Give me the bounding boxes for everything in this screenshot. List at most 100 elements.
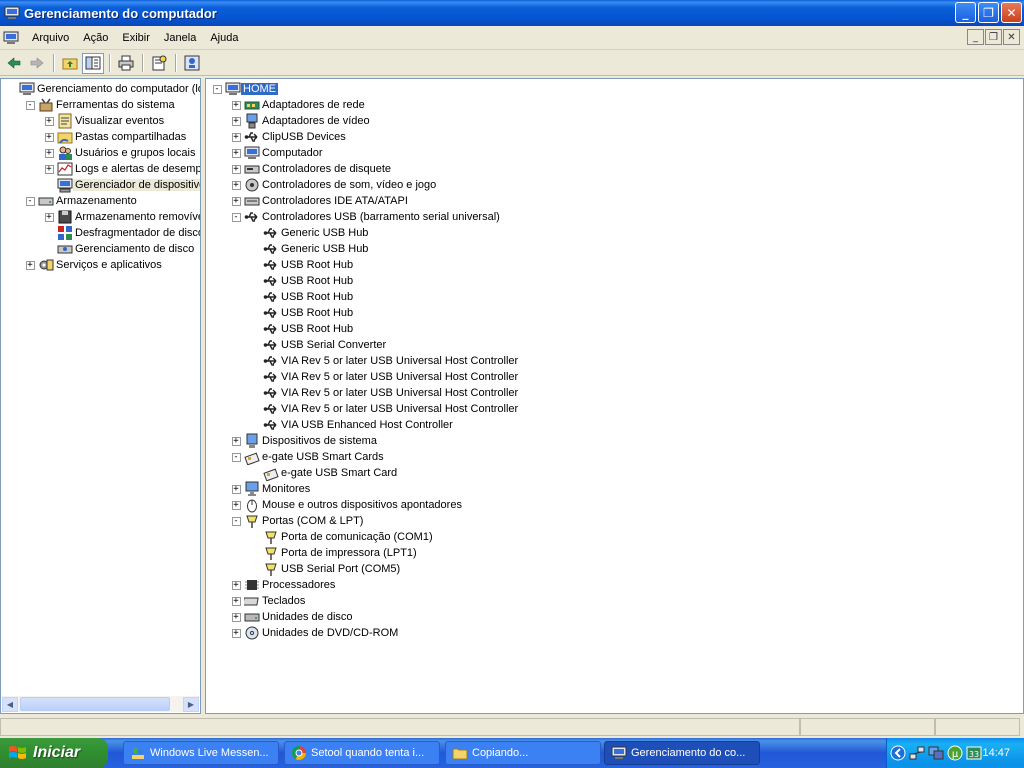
expand-button[interactable]: + [231, 596, 241, 606]
device-tree-item[interactable]: - Portas (COM & LPT) [228, 513, 365, 529]
device-tree-item[interactable]: VIA Rev 5 or later USB Universal Host Co… [247, 353, 520, 369]
taskbar-button[interactable]: Windows Live Messen... [123, 741, 279, 765]
child-minimize-button[interactable]: _ [967, 29, 984, 45]
antivirus-icon[interactable]: 33 [966, 745, 982, 761]
expand-button[interactable]: + [231, 116, 241, 126]
device-tree-item[interactable]: VIA Rev 5 or later USB Universal Host Co… [247, 369, 520, 385]
collapse-button[interactable]: - [25, 196, 35, 206]
maximize-button[interactable]: ❐ [978, 2, 999, 23]
device-tree-item[interactable]: + Dispositivos de sistema [228, 433, 379, 449]
console-tree-item[interactable]: + Logs e alertas de desempenh [41, 161, 200, 177]
utorrent-icon[interactable]: µ [947, 745, 963, 761]
device-tree-item[interactable]: VIA USB Enhanced Host Controller [247, 417, 455, 433]
taskbar-button[interactable]: Setool quando tenta i... [284, 741, 440, 765]
collapse-button[interactable]: - [212, 84, 222, 94]
start-button[interactable]: Iniciar [0, 738, 108, 768]
scroll-left-button[interactable]: ◀ [2, 696, 18, 712]
expand-button[interactable]: + [44, 148, 54, 158]
device-tree-item[interactable]: VIA Rev 5 or later USB Universal Host Co… [247, 401, 520, 417]
device-tree-item[interactable]: Porta de comunicação (COM1) [247, 529, 435, 545]
expand-button[interactable]: + [44, 132, 54, 142]
computer-management-icon[interactable] [3, 30, 19, 46]
expand-button[interactable]: + [231, 164, 241, 174]
expand-button[interactable]: + [25, 260, 35, 270]
menu-ajuda[interactable]: Ajuda [203, 32, 245, 44]
console-tree-item[interactable]: - Armazenamento [22, 193, 139, 209]
device-tree-item[interactable]: + Unidades de DVD/CD-ROM [228, 625, 400, 641]
device-tree-item[interactable]: + ClipUSB Devices [228, 129, 348, 145]
device-tree-item[interactable]: USB Serial Port (COM5) [247, 561, 402, 577]
menu-exibir[interactable]: Exibir [115, 32, 157, 44]
device-tree-item[interactable]: Porta de impressora (LPT1) [247, 545, 419, 561]
device-tree-item[interactable]: + Monitores [228, 481, 312, 497]
console-tree-item[interactable]: Desfragmentador de disco [41, 225, 200, 241]
expand-button[interactable]: + [231, 500, 241, 510]
device-tree-item[interactable]: - e-gate USB Smart Cards [228, 449, 386, 465]
device-tree-item[interactable]: + Adaptadores de rede [228, 97, 367, 113]
device-tree-item[interactable]: - HOME [209, 81, 278, 97]
expand-button[interactable]: + [231, 484, 241, 494]
device-tree-item[interactable]: + Controladores de som, vídeo e jogo [228, 177, 438, 193]
display-icon[interactable] [928, 745, 944, 761]
menu-acao[interactable]: Ação [76, 32, 115, 44]
forward-button[interactable] [26, 53, 48, 74]
menu-arquivo[interactable]: Arquivo [25, 32, 76, 44]
expand-button[interactable]: + [44, 164, 54, 174]
console-tree-item[interactable]: + Pastas compartilhadas [41, 129, 188, 145]
taskbar-button[interactable]: Gerenciamento do co... [604, 741, 760, 765]
console-tree-item[interactable]: Gerenciador de dispositivos [41, 177, 200, 193]
device-tree-item[interactable]: VIA Rev 5 or later USB Universal Host Co… [247, 385, 520, 401]
scrollbar-thumb[interactable] [20, 697, 170, 711]
device-tree-item[interactable]: USB Root Hub [247, 289, 355, 305]
expand-button[interactable]: + [231, 148, 241, 158]
device-tree-item[interactable]: e-gate USB Smart Card [247, 465, 399, 481]
console-tree-item[interactable]: + Armazenamento removível [41, 209, 200, 225]
print-button[interactable] [115, 53, 137, 74]
device-tree-item[interactable]: + Mouse e outros dispositivos apontadores [228, 497, 464, 513]
title-bar[interactable]: Gerenciamento do computador _ ❐ ✕ [0, 0, 1024, 26]
menu-janela[interactable]: Janela [157, 32, 203, 44]
expand-button[interactable]: + [231, 436, 241, 446]
up-one-level-button[interactable] [59, 53, 81, 74]
scroll-right-button[interactable]: ▶ [183, 696, 199, 712]
horizontal-scrollbar[interactable]: ◀ ▶ [2, 696, 199, 712]
network-icon[interactable] [909, 745, 925, 761]
collapse-button[interactable]: - [231, 452, 241, 462]
child-restore-button[interactable]: ❐ [985, 29, 1002, 45]
chevron-left-icon[interactable] [890, 745, 906, 761]
expand-button[interactable]: + [231, 180, 241, 190]
device-tree-item[interactable]: + Computador [228, 145, 325, 161]
device-tree-item[interactable]: USB Serial Converter [247, 337, 388, 353]
console-tree-item[interactable]: + Serviços e aplicativos [22, 257, 164, 273]
device-tree-item[interactable]: + Unidades de disco [228, 609, 355, 625]
console-tree-pane[interactable]: Gerenciamento do computador (local - Ferra… [0, 78, 201, 714]
device-tree-pane[interactable]: - HOME + Adaptadores de rede + Adaptadores de… [205, 78, 1024, 714]
properties-button[interactable] [148, 53, 170, 74]
console-tree-item[interactable]: Gerenciamento do computador (local [3, 81, 200, 97]
expand-button[interactable]: + [231, 612, 241, 622]
device-tree-item[interactable]: + Processadores [228, 577, 337, 593]
minimize-button[interactable]: _ [955, 2, 976, 23]
close-button[interactable]: ✕ [1001, 2, 1022, 23]
clock[interactable]: 14:47 [982, 747, 1010, 759]
expand-button[interactable]: + [44, 212, 54, 222]
expand-button[interactable]: + [44, 116, 54, 126]
device-tree-item[interactable]: - Controladores USB (barramento serial un… [228, 209, 502, 225]
console-tree-item[interactable]: Gerenciamento de disco [41, 241, 196, 257]
device-tree-item[interactable]: + Teclados [228, 593, 307, 609]
device-tree-item[interactable]: Generic USB Hub [247, 241, 370, 257]
device-tree-item[interactable]: USB Root Hub [247, 273, 355, 289]
collapse-button[interactable]: - [231, 516, 241, 526]
device-tree-item[interactable]: USB Root Hub [247, 257, 355, 273]
console-tree-item[interactable]: + Visualizar eventos [41, 113, 166, 129]
back-button[interactable] [3, 53, 25, 74]
device-tree-item[interactable]: + Controladores de disquete [228, 161, 393, 177]
device-tree-item[interactable]: USB Root Hub [247, 321, 355, 337]
collapse-button[interactable]: - [25, 100, 35, 110]
show-hide-tree-button[interactable] [82, 52, 104, 74]
expand-button[interactable]: + [231, 100, 241, 110]
device-tree-item[interactable]: Generic USB Hub [247, 225, 370, 241]
device-tree-item[interactable]: + Controladores IDE ATA/ATAPI [228, 193, 410, 209]
console-tree-item[interactable]: - Ferramentas do sistema [22, 97, 177, 113]
taskbar-button[interactable]: Copiando... [445, 741, 601, 765]
